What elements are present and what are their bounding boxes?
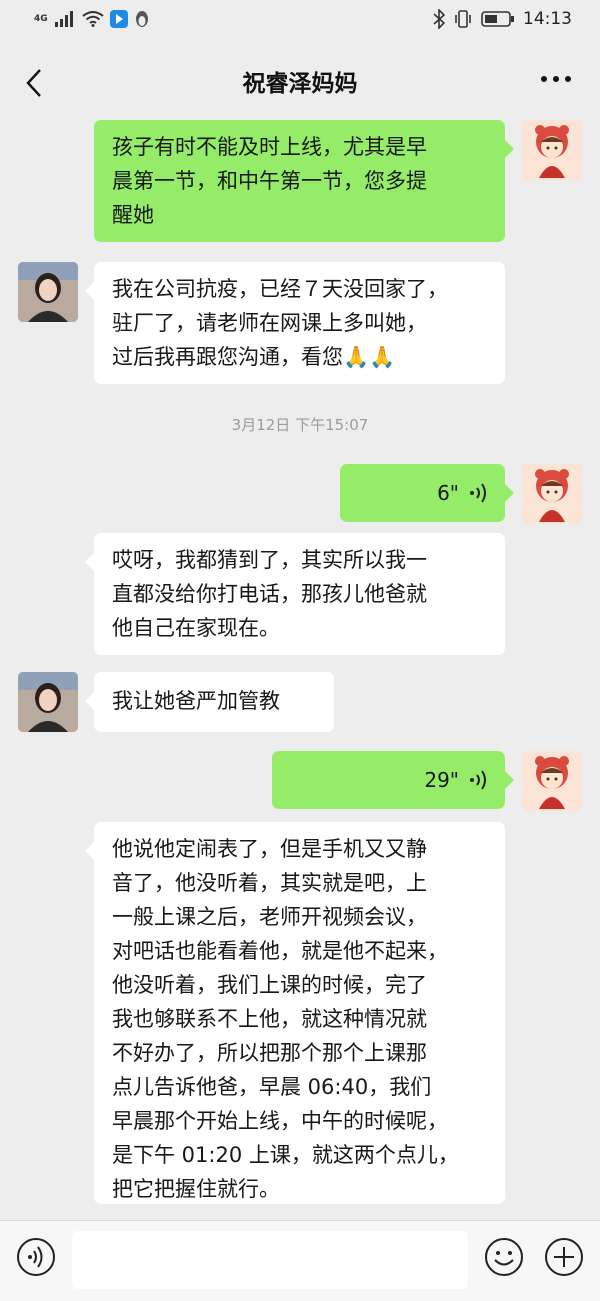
outgoing-message[interactable]: 孩子有时不能及时上线，尤其是早 晨第一节，和中午第一节，您多提 醒她 (94, 120, 514, 242)
message-line: 我让她爸严加管教 (112, 689, 280, 713)
chat-header: 祝睿泽妈妈 (0, 44, 600, 120)
message-line: 醒她 (112, 203, 154, 227)
voice-wave-icon (470, 483, 486, 503)
outgoing-voice-message[interactable]: 29" (272, 751, 514, 809)
chat-title: 祝睿泽妈妈 (242, 71, 358, 97)
penguin-notification-icon (135, 11, 148, 27)
message-input[interactable] (72, 1231, 468, 1289)
emoji-icon[interactable] (484, 1237, 524, 1277)
message-line: 他没听着，我们上课的时候，完了 (112, 973, 427, 997)
message-line: 他说他定闹表了，但是手机又又静 (112, 837, 427, 861)
vibrate-icon (455, 10, 471, 28)
message-input-bar (0, 1220, 600, 1301)
message-line: 驻厂了，请老师在网课上多叫她， (112, 311, 427, 335)
incoming-message[interactable]: 他说他定闹表了，但是手机又又静 音了，他没听着，其实就是吧，上 一般上课之后，老… (85, 822, 505, 1204)
contact-photo (18, 672, 78, 732)
message-line: 音了，他没听着，其实就是吧，上 (112, 871, 427, 895)
message-line: 不好办了，所以把那个那个上课那 (112, 1041, 427, 1065)
self-avatar[interactable] (522, 464, 582, 524)
message-line: 一般上课之后，老师开视频会议， (112, 905, 427, 929)
contact-avatar[interactable] (18, 672, 78, 732)
cartoon-girl-avatar-icon (522, 120, 582, 180)
battery-icon (481, 11, 514, 27)
message-line: 直都没给你打电话，那孩儿他爸就 (112, 582, 427, 606)
bluetooth-icon (433, 9, 445, 29)
status-bar: 4G 14:13 (0, 0, 600, 44)
message-line: 我也够联系不上他，就这种情况就 (112, 1007, 427, 1031)
outgoing-voice-message[interactable]: 6" (340, 464, 514, 522)
incoming-message[interactable]: 哎呀，我都猜到了，其实所以我一 直都没给你打电话，那孩儿他爸就 他自己在家现在。 (85, 533, 505, 655)
self-avatar[interactable] (522, 751, 582, 811)
message-line: 把它把握住就行。 (112, 1177, 280, 1201)
voice-duration: 6" (437, 481, 459, 505)
message-timestamp: 3月12日 下午15:07 (231, 416, 369, 434)
more-options-icon[interactable] (538, 69, 574, 89)
message-line: 过后我再跟您沟通，看您🙏🙏 (112, 345, 396, 369)
voice-wave-icon (470, 770, 486, 790)
clock: 14:13 (523, 9, 572, 29)
message-line: 晨第一节，和中午第一节，您多提 (112, 169, 427, 193)
message-line: 点儿告诉他爸，早晨 06:40，我们 (112, 1075, 432, 1099)
message-line: 孩子有时不能及时上线，尤其是早 (112, 135, 427, 159)
cartoon-girl-avatar-icon (522, 464, 582, 524)
incoming-message[interactable]: 我在公司抗疫，已经７天没回家了， 驻厂了，请老师在网课上多叫她， 过后我再跟您沟… (85, 262, 505, 384)
voice-duration: 29" (424, 768, 459, 792)
wifi-icon (82, 11, 104, 27)
voice-input-toggle-icon[interactable] (16, 1237, 56, 1277)
signal-icon (54, 11, 73, 27)
message-line: 他自己在家现在。 (112, 616, 280, 640)
self-avatar[interactable] (522, 120, 582, 180)
message-line: 我在公司抗疫，已经７天没回家了， (112, 277, 448, 301)
message-line: 早晨那个开始上线，中午的时候呢， (112, 1109, 448, 1133)
incoming-message[interactable]: 我让她爸严加管教 (85, 672, 334, 732)
contact-avatar[interactable] (18, 262, 78, 322)
network-type-label: 4G (34, 14, 48, 24)
message-line: 对吧话也能看着他，就是他不起来， (112, 939, 448, 963)
plus-icon[interactable] (544, 1237, 584, 1277)
message-line: 哎呀，我都猜到了，其实所以我一 (112, 548, 427, 572)
app-notification-icon (109, 10, 128, 28)
message-line: 是下午 01:20 上课，就这两个点儿， (112, 1143, 459, 1167)
cartoon-girl-avatar-icon (522, 751, 582, 811)
contact-photo (18, 262, 78, 322)
